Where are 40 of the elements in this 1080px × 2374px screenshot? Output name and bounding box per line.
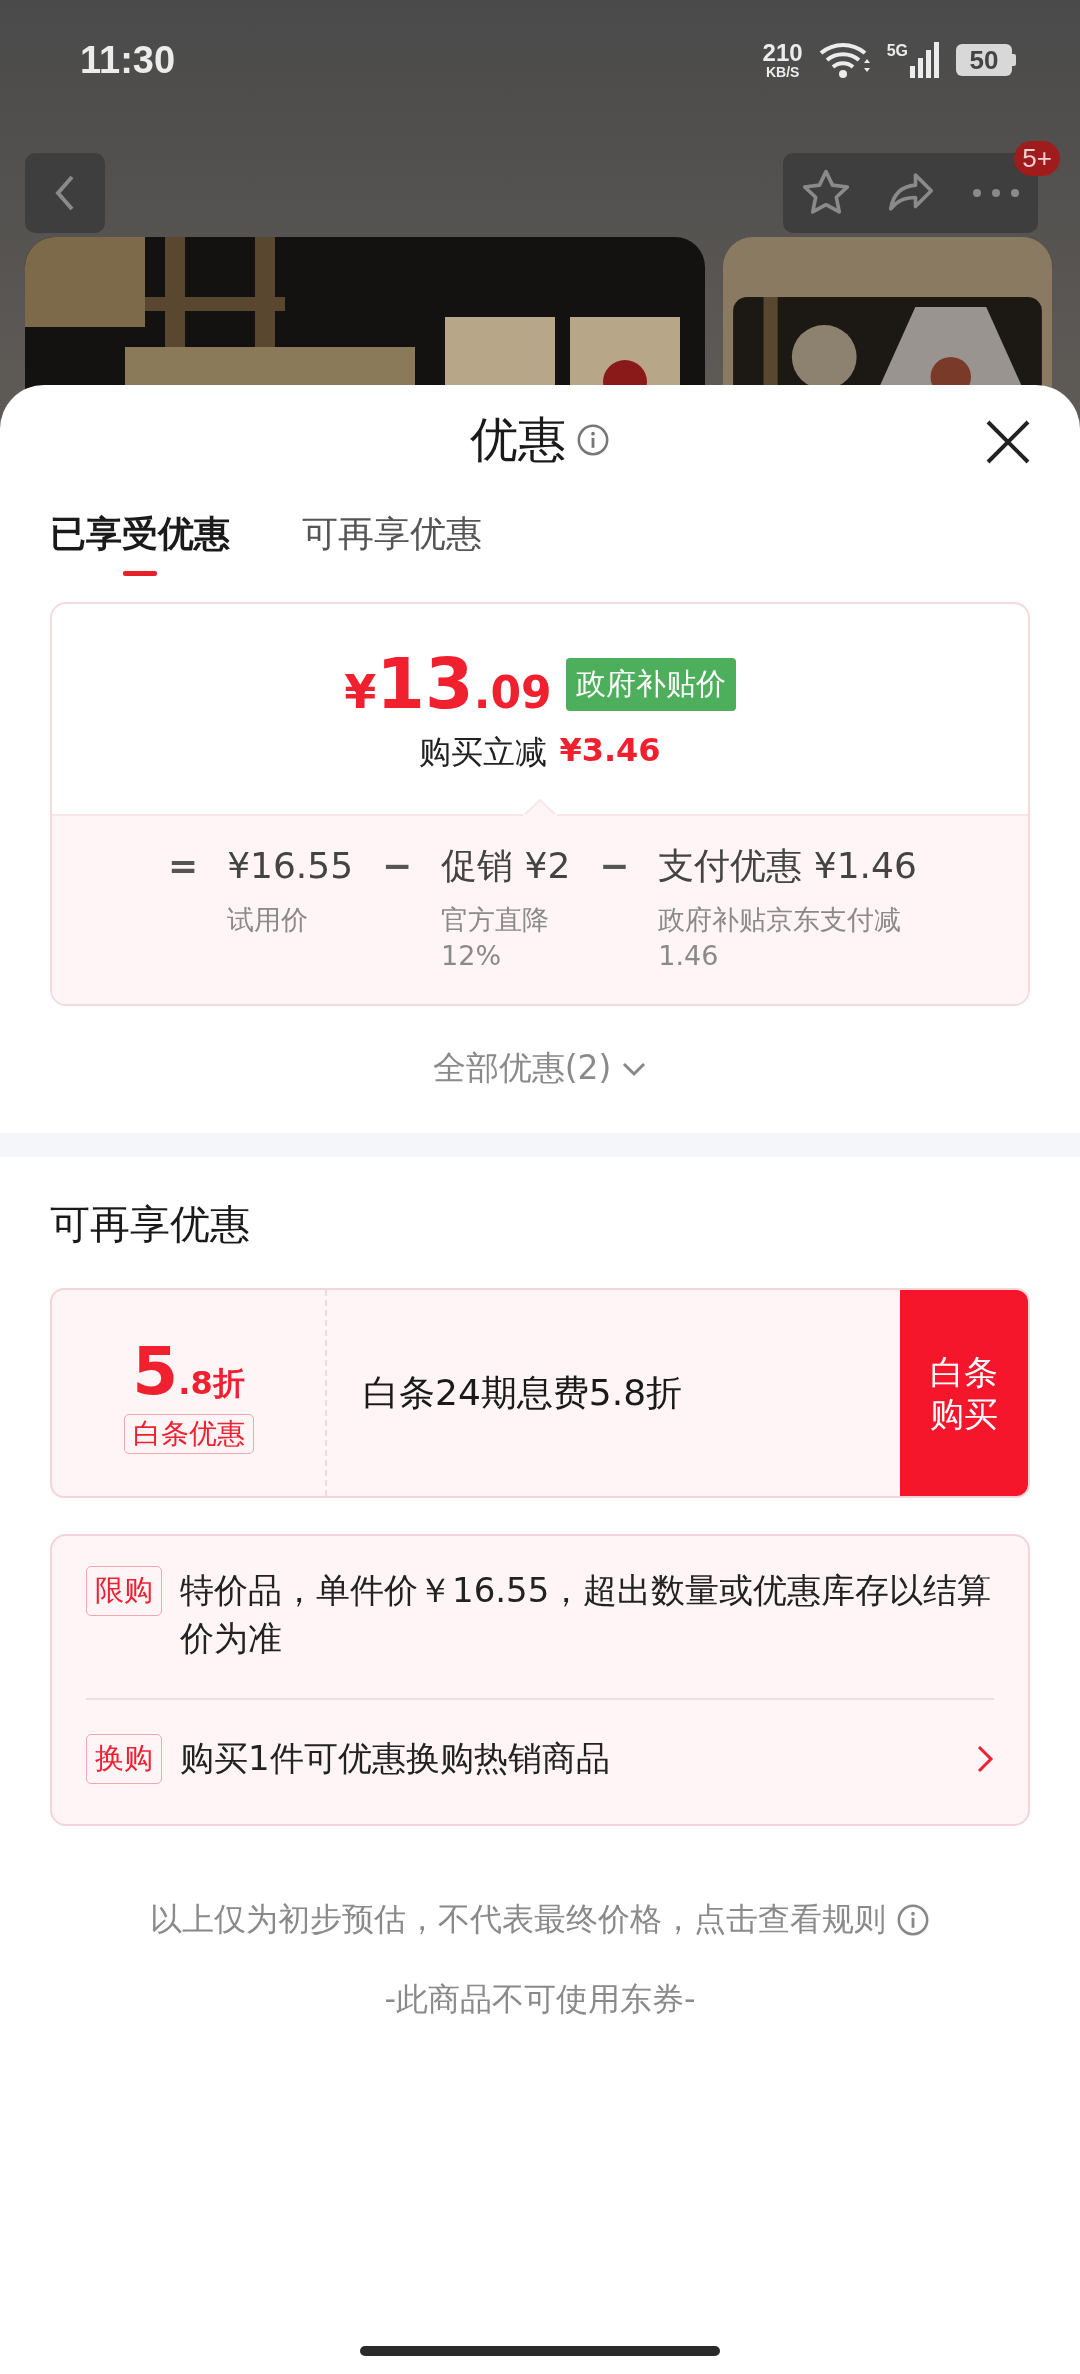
network-speed-unit: KB/S [765, 65, 800, 79]
back-button[interactable] [25, 153, 105, 233]
sheet-title: 优惠 [470, 410, 566, 469]
info-icon[interactable] [896, 1903, 930, 1937]
notice-tag: 换购 [86, 1734, 162, 1784]
operator-sign: − [381, 844, 414, 888]
operator-sign: = [167, 844, 200, 888]
tab[interactable]: 已享受优惠 [50, 510, 230, 590]
section-title: 可再享优惠 [49, 1200, 251, 1249]
tab[interactable]: 可再享优惠 [302, 510, 482, 590]
final-price: ¥13.09 [344, 643, 552, 725]
notice-text[interactable]: 购买1件可优惠换购热销商品 [180, 1734, 958, 1782]
coupon-description: 白条24期息费5.8折 [362, 1370, 684, 1415]
notification-badge: 5+ [1014, 141, 1060, 176]
term-note: 官方直降12% [441, 903, 551, 973]
coupon-note: -此商品不可使用东券- [384, 1979, 696, 2020]
discount-value: 5.8折 [132, 1332, 245, 1410]
saving-amount: ¥3.46 [559, 731, 661, 771]
price-term: ¥16.55 [227, 844, 354, 888]
term-note: 试用价 [227, 903, 310, 937]
network-speed: 210 [762, 41, 803, 65]
chevron-right-icon[interactable] [976, 1744, 994, 1774]
term-note: 政府补贴京东支付减1.46 [658, 903, 903, 973]
status-time: 11:30 [80, 38, 176, 82]
price-term: 促销 ¥2 [441, 844, 571, 888]
wifi-icon [818, 41, 871, 79]
operator-sign: − [598, 844, 631, 888]
price-term: 支付优惠 ¥1.46 [658, 844, 917, 888]
notice-text: 特价品，单件价￥16.55，超出数量或优惠库存以结算价为准 [180, 1569, 993, 1660]
chevron-down-icon [621, 1060, 648, 1077]
coupon-tag: 白条优惠 [123, 1413, 254, 1454]
battery-level: 50 [956, 44, 1012, 76]
saving-label: 购买立减 [419, 732, 548, 773]
network-type: 5G [886, 42, 908, 60]
buy-button[interactable]: 白条购买 [900, 1290, 1028, 1496]
notice-tag: 限购 [86, 1566, 162, 1616]
info-icon[interactable] [576, 423, 610, 457]
close-button[interactable] [984, 418, 1032, 466]
signal-icon [910, 42, 940, 78]
subsidy-tag: 政府补贴价 [565, 657, 736, 711]
